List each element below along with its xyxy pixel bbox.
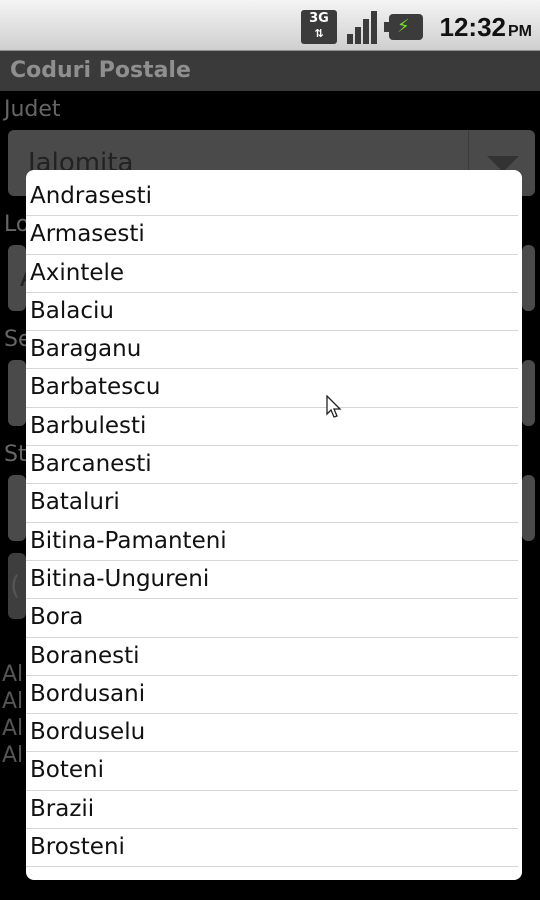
network-type-label: 3G [309,11,329,26]
list-item[interactable]: Bora [26,599,518,638]
result-line-1: Al [2,662,24,687]
localitate-spinner-right [522,245,535,311]
list-item[interactable]: Baraganu [26,331,518,370]
app-title: Coduri Postale [10,58,191,83]
list-item[interactable]: Barbulesti [26,408,518,447]
network-3g-icon: 3G ⇅ [301,10,337,44]
judet-label: Judet [4,97,61,122]
sector-spinner-right [522,360,535,426]
localitate-dropdown-popup: Andrasesti Armasesti Axintele Balaciu Ba… [26,170,522,880]
sector-spinner[interactable] [8,360,26,426]
list-item[interactable]: Boteni [26,752,518,791]
signal-strength-icon [345,10,381,44]
list-item[interactable]: Balaciu [26,293,518,332]
status-clock: 12:32 PM [440,12,533,43]
list-item[interactable]: Boranesti [26,638,518,676]
status-bar: 3G ⇅ ⚡ 12:32 PM [0,0,540,51]
result-line-3: Al [2,716,24,741]
localitate-spinner[interactable]: A [8,245,38,311]
list-item[interactable]: Brazii [26,791,518,830]
localitate-list: Andrasesti Armasesti Axintele Balaciu Ba… [26,170,522,868]
list-item[interactable]: Andrasesti [26,178,518,217]
clock-ampm: PM [508,23,532,40]
search-button[interactable]: ( [8,553,26,619]
list-item[interactable]: Bordusani [26,676,518,715]
strada-label: St [4,442,27,467]
result-line-4: Al [2,743,24,768]
list-item[interactable]: Borduselu [26,714,518,753]
strada-input-right [522,475,535,541]
list-item[interactable]: Bitina-Ungureni [26,561,518,600]
list-item[interactable]: Bataluri [26,484,518,523]
clock-time: 12:32 [439,12,507,42]
battery-charging-icon: ⚡ [384,14,423,40]
list-item[interactable]: Bitina-Pamanteni [26,523,518,561]
result-line-2: Al [2,689,24,714]
data-arrows-icon: ⇅ [314,27,324,40]
mouse-pointer-icon [326,395,342,418]
list-item[interactable]: Brosteni [26,829,518,868]
list-item[interactable]: Barbatescu [26,369,518,408]
app-title-bar: Coduri Postale [0,51,540,91]
search-button-label: ( [10,571,21,601]
list-item[interactable]: Barcanesti [26,446,518,485]
strada-input[interactable] [8,475,26,541]
list-item[interactable]: Axintele [26,255,518,293]
list-item[interactable]: Armasesti [26,216,518,255]
